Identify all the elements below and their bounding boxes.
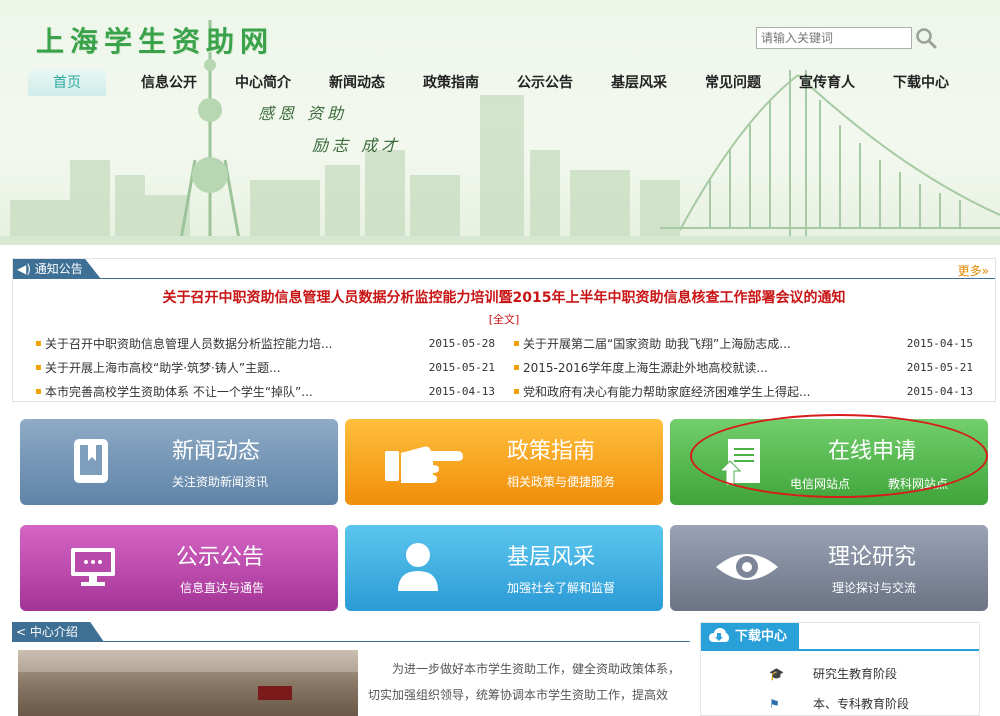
graduation-cap-icon: 🎓 [769, 667, 784, 681]
tile-policy-title: 政策指南 [507, 439, 596, 464]
tile-announcements[interactable]: 公示公告 信息直达与通告 [20, 525, 338, 611]
notice-divider [13, 278, 995, 279]
search-box [756, 27, 937, 49]
tile-research-title: 理论研究 [828, 545, 917, 570]
list-item: ▪ 本市完善高校学生资助体系 不让一个学生“掉队”... 2015-04-13 [35, 380, 495, 404]
flag-icon: ⚑ [769, 697, 780, 711]
tile-grassroots[interactable]: 基层风采 加强社会了解和监督 [345, 525, 663, 611]
nav-publicity[interactable]: 宣传育人 [780, 70, 874, 96]
news-date: 2015-05-28 [428, 337, 495, 350]
main-nav: 首页 信息公开 中心简介 新闻动态 政策指南 公示公告 基层风采 常见问题 宣传… [28, 70, 968, 96]
news-date: 2015-04-15 [906, 337, 973, 350]
list-item: ▪ 2015-2016学年度上海生源赴外地高校就读... 2015-05-21 [513, 356, 973, 380]
telecom-site-link[interactable]: 电信网站点 [790, 475, 850, 492]
news-title[interactable]: 关于开展第二届“国家资助 助我飞翔”上海励志成... [523, 332, 903, 356]
notice-panel: ◀) 通知公告 更多» 关于召开中职资助信息管理人员数据分析监控能力培训暨201… [12, 258, 996, 402]
nav-info-disclosure[interactable]: 信息公开 [122, 70, 216, 96]
download-center: 下载中心 🎓 研究生教育阶段 ⚑ 本、专科教育阶段 [700, 622, 980, 716]
bullet-icon: ▪ [513, 386, 520, 397]
download-item-label: 本、专科教育阶段 [813, 697, 910, 711]
eye-icon [716, 554, 778, 580]
tile-grassroots-sub: 加强社会了解和监督 [507, 581, 616, 595]
bullet-icon: ▪ [513, 338, 520, 349]
monitor-icon [71, 548, 115, 586]
book-icon [74, 439, 108, 483]
intro-divider [12, 641, 690, 642]
news-date: 2015-05-21 [906, 361, 973, 374]
bullet-icon: ▪ [35, 386, 42, 397]
news-title[interactable]: 党和政府有决心有能力帮助家庭经济困难学生上得起... [523, 380, 903, 404]
ceiling-light [18, 650, 358, 672]
bullet-icon: ▪ [35, 362, 42, 373]
news-title[interactable]: 关于开展上海市高校“助学·筑梦·铸人”主题... [45, 356, 425, 380]
nav-faq[interactable]: 常见问题 [686, 70, 780, 96]
fulltext-link[interactable]: [全文] [13, 311, 995, 327]
list-item: ▪ 关于开展第二届“国家资助 助我飞翔”上海励志成... 2015-04-15 [513, 332, 973, 356]
news-list-right: ▪ 关于开展第二届“国家资助 助我飞翔”上海励志成... 2015-04-15 … [513, 332, 973, 404]
more-link[interactable]: 更多» [958, 262, 989, 279]
nav-center-intro[interactable]: 中心简介 [216, 70, 310, 96]
nav-grassroots[interactable]: 基层风采 [592, 70, 686, 96]
download-title: 下载中心 [735, 629, 788, 644]
tile-announcements-sub: 信息直达与通告 [180, 581, 265, 595]
user-icon [398, 543, 438, 591]
download-header: 下载中心 [701, 623, 979, 651]
headline-link[interactable]: 关于召开中职资助信息管理人员数据分析监控能力培训暨2015年上半年中职资助信息核… [13, 287, 995, 307]
news-list-left: ▪ 关于召开中职资助信息管理人员数据分析监控能力培... 2015-05-28 … [35, 332, 495, 404]
document-upload-icon [720, 439, 760, 486]
led-sign [258, 686, 292, 700]
list-item: ▪ 关于召开中职资助信息管理人员数据分析监控能力培... 2015-05-28 [35, 332, 495, 356]
nav-policy-guide[interactable]: 政策指南 [404, 70, 498, 96]
news-title[interactable]: 本市完善高校学生资助体系 不让一个学生“掉队”... [45, 380, 425, 404]
search-icon[interactable] [914, 26, 938, 50]
tile-research-sub: 理论探讨与交流 [832, 581, 917, 595]
download-item-label: 研究生教育阶段 [813, 667, 898, 681]
speaker-icon: ◀) [17, 262, 31, 276]
news-date: 2015-05-21 [428, 361, 495, 374]
intro-text: 为进一步做好本市学生资助工作，健全资助政策体系，切实加强组织领导，统筹协调本市学… [368, 662, 681, 702]
tile-policy[interactable]: 政策指南 相关政策与便捷服务 [345, 419, 663, 505]
tile-apply-title: 在线申请 [828, 439, 917, 464]
nav-news[interactable]: 新闻动态 [310, 70, 404, 96]
nav-home[interactable]: 首页 [28, 70, 106, 96]
intro-tab-label: 中心介绍 [29, 625, 78, 639]
tile-policy-sub: 相关政策与便捷服务 [507, 475, 616, 489]
notice-tab-label: 通知公告 [34, 262, 83, 276]
pointing-hand-icon [385, 446, 463, 483]
search-input[interactable] [756, 27, 912, 49]
tile-announcements-title: 公示公告 [176, 545, 265, 570]
tile-grassroots-title: 基层风采 [507, 545, 596, 570]
center-intro-section: < 中心介绍 为进一步做好本市学生资助工作，健全资助政策体系，切实加强组织领导，… [12, 622, 690, 716]
edu-site-link[interactable]: 教科网站点 [888, 475, 948, 492]
bullet-icon: ▪ [35, 338, 42, 349]
slogan-line-2: 励志 成才 [312, 136, 402, 155]
tile-online-apply[interactable]: 在线申请 电信网站点 教科网站点 [670, 419, 988, 505]
list-item: ▪ 党和政府有决心有能力帮助家庭经济困难学生上得起... 2015-04-13 [513, 380, 973, 404]
download-badge[interactable]: 下载中心 [701, 623, 799, 651]
tile-research[interactable]: 理论研究 理论探讨与交流 [670, 525, 988, 611]
site-logo[interactable]: 上海学生资助网 [36, 20, 274, 60]
cloud-download-icon [709, 628, 729, 642]
bullet-icon: ▪ [513, 362, 520, 373]
download-item-undergraduate[interactable]: ⚑ 本、专科教育阶段 [701, 691, 979, 716]
tile-news-sub: 关注资助新闻资讯 [172, 475, 269, 489]
list-item: ▪ 关于开展上海市高校“助学·筑梦·铸人”主题... 2015-05-21 [35, 356, 495, 380]
news-title[interactable]: 2015-2016学年度上海生源赴外地高校就读... [523, 356, 903, 380]
intro-photo[interactable] [18, 650, 358, 716]
notice-tab: ◀) 通知公告 [13, 259, 101, 279]
news-date: 2015-04-13 [906, 385, 973, 398]
nav-announcements[interactable]: 公示公告 [498, 70, 592, 96]
download-item-graduate[interactable]: 🎓 研究生教育阶段 [701, 661, 979, 687]
news-title[interactable]: 关于召开中职资助信息管理人员数据分析监控能力培... [45, 332, 425, 356]
share-icon: < [16, 625, 27, 639]
site-header: 上海学生资助网 感恩 资助 励志 成才 首页 信息公开 中心简介 新闻动态 政策… [0, 0, 1000, 245]
intro-tab: < 中心介绍 [12, 622, 104, 642]
nav-downloads[interactable]: 下载中心 [874, 70, 968, 96]
slogan-line-1: 感恩 资助 [258, 104, 348, 123]
news-date: 2015-04-13 [428, 385, 495, 398]
tile-news-title: 新闻动态 [172, 439, 261, 464]
tile-news[interactable]: 新闻动态 关注资助新闻资讯 [20, 419, 338, 505]
